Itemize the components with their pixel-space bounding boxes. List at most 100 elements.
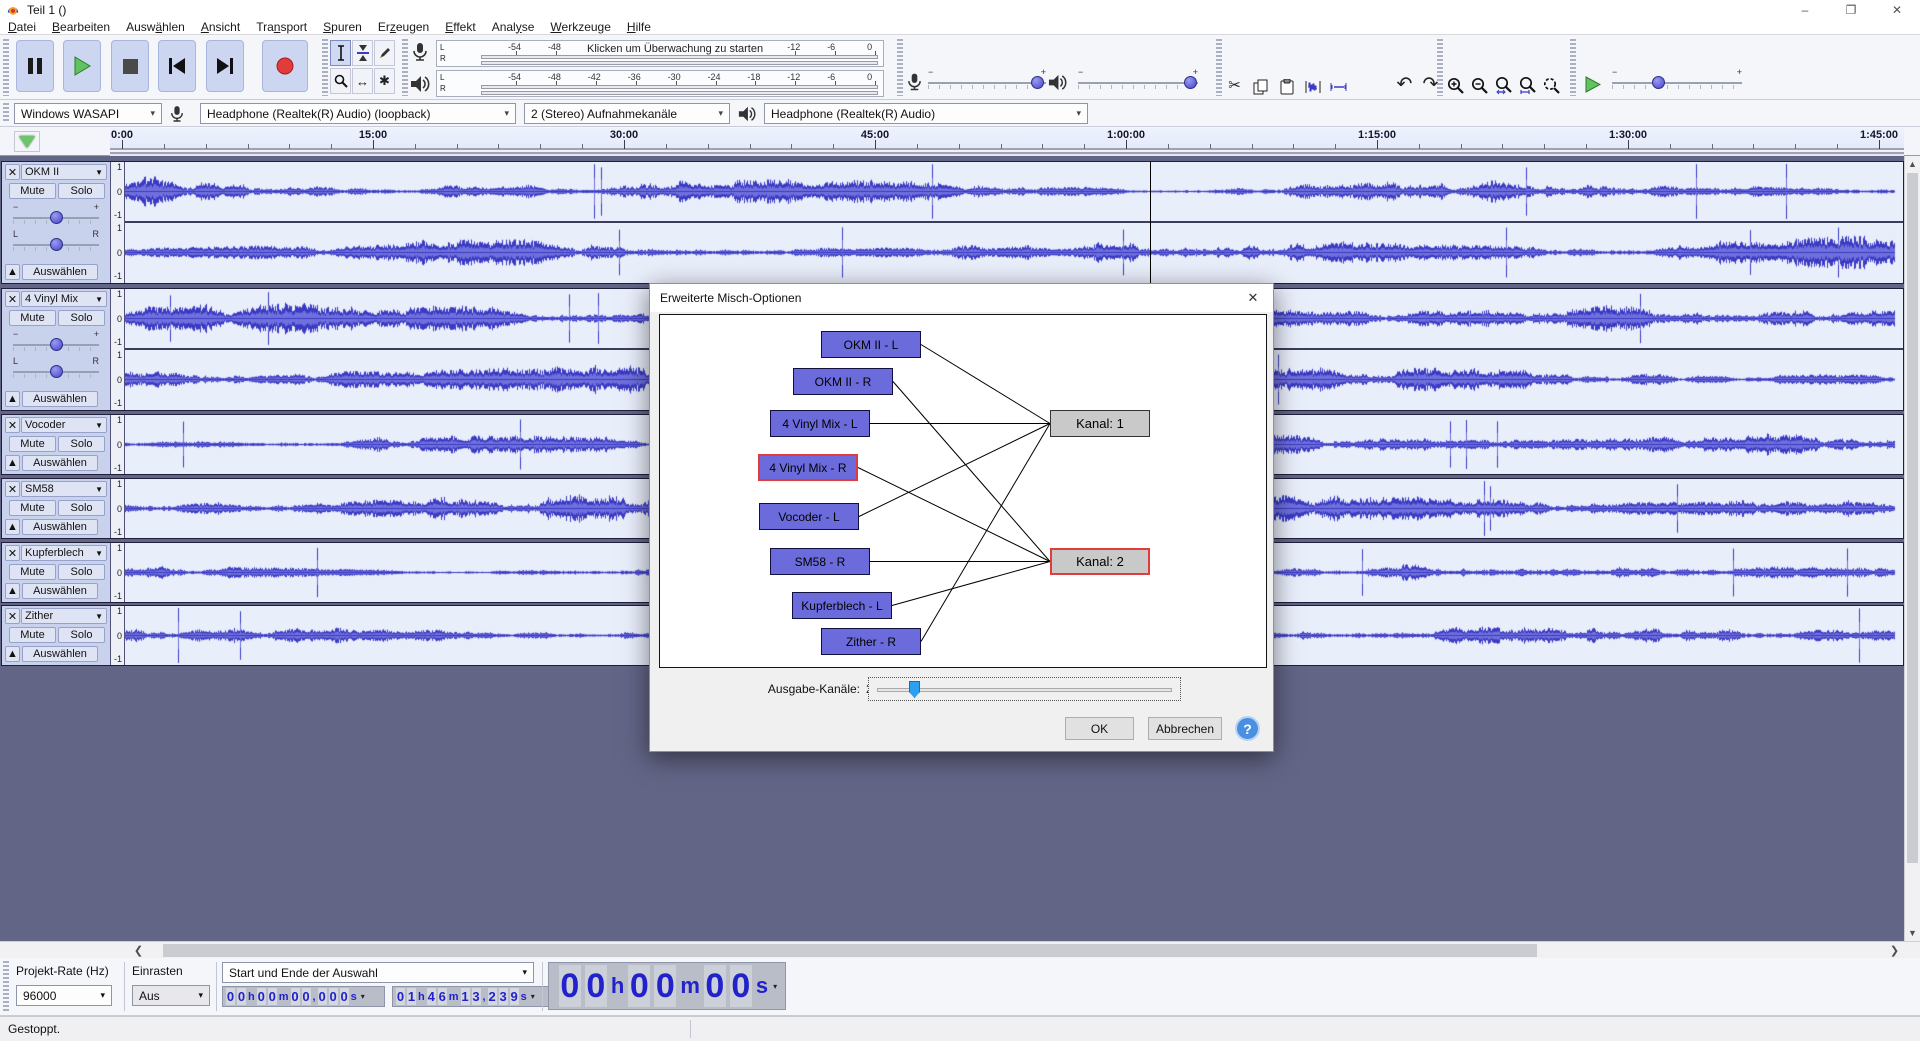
- record-meter-mic-icon[interactable]: [412, 42, 428, 62]
- time-digit[interactable]: 1: [407, 988, 416, 1005]
- menu-spuren[interactable]: Spuren: [315, 20, 370, 35]
- monitoring-hint-text[interactable]: Klicken um Überwachung zu starten: [587, 43, 763, 55]
- play-button[interactable]: [63, 40, 101, 92]
- select-track-button[interactable]: Auswählen: [22, 646, 98, 662]
- solo-button[interactable]: Solo: [58, 436, 105, 452]
- time-digit[interactable]: 0: [585, 965, 607, 1007]
- track-close-button[interactable]: ✕: [5, 608, 20, 624]
- cancel-button[interactable]: Abbrechen: [1148, 717, 1222, 740]
- select-track-button[interactable]: Auswählen: [22, 455, 98, 471]
- track-close-button[interactable]: ✕: [5, 164, 20, 180]
- time-unit[interactable]: ,: [483, 991, 486, 1003]
- time-digit[interactable]: 0: [226, 988, 235, 1005]
- time-digit[interactable]: 1: [461, 988, 470, 1005]
- chevron-down-icon[interactable]: ▾: [773, 982, 777, 991]
- menu-datei[interactable]: Datei: [0, 20, 44, 35]
- record-volume-knob[interactable]: [1031, 76, 1044, 89]
- time-digit[interactable]: 2: [488, 988, 497, 1005]
- time-unit[interactable]: m: [449, 991, 459, 1003]
- scroll-down-icon[interactable]: ▼: [1905, 925, 1920, 941]
- mixer-output-channel-2[interactable]: Kanal: 2: [1050, 548, 1150, 575]
- solo-button[interactable]: Solo: [58, 500, 105, 516]
- skip-to-start-button[interactable]: [158, 40, 196, 92]
- time-unit[interactable]: h: [611, 973, 624, 999]
- time-digit[interactable]: 0: [704, 965, 726, 1007]
- record-button[interactable]: [262, 40, 308, 92]
- edit-toolbar-grip[interactable]: [1216, 39, 1222, 96]
- ok-button[interactable]: OK: [1065, 717, 1134, 740]
- horizontal-scroll-thumb[interactable]: [163, 944, 1537, 957]
- mixer-source-okm-ii-r[interactable]: OKM II - R: [793, 368, 893, 395]
- scroll-right-icon[interactable]: ❯: [1886, 943, 1903, 958]
- track-close-button[interactable]: ✕: [5, 545, 20, 561]
- time-digit[interactable]: 3: [472, 988, 481, 1005]
- play-speed-slider[interactable]: − +: [1612, 76, 1742, 90]
- selection-end-field[interactable]: 01h46m13,239s▾: [392, 986, 550, 1007]
- mixer-source-zither-r[interactable]: Zither - R: [821, 628, 921, 655]
- track-menu-button[interactable]: Vocoder▼: [21, 417, 107, 433]
- menu-ansicht[interactable]: Ansicht: [193, 20, 248, 35]
- recording-channels-select[interactable]: 2 (Stereo) Aufnahmekanäle▾: [524, 103, 730, 124]
- paste-button[interactable]: [1275, 74, 1298, 99]
- time-digit[interactable]: 0: [730, 965, 752, 1007]
- draw-tool-button[interactable]: [374, 40, 395, 66]
- menu-hilfe[interactable]: Hilfe: [619, 20, 659, 35]
- mute-button[interactable]: Mute: [9, 436, 56, 452]
- vertical-scrollbar[interactable]: ▲ ▼: [1904, 156, 1920, 941]
- time-digit[interactable]: 0: [257, 988, 266, 1005]
- time-digit[interactable]: 0: [559, 965, 581, 1007]
- recording-meter[interactable]: LR-54-48-12-60Klicken um Überwachung zu …: [436, 40, 884, 67]
- track-menu-button[interactable]: Zither▼: [21, 608, 107, 624]
- toolbar-grip[interactable]: [3, 39, 9, 96]
- time-digit[interactable]: 0: [654, 965, 676, 1007]
- track-waveform-area[interactable]: [125, 162, 1903, 283]
- waveform-canvas[interactable]: [125, 223, 1903, 282]
- time-unit[interactable]: s: [756, 973, 768, 999]
- track-close-button[interactable]: ✕: [5, 291, 20, 307]
- selection-toolbar-grip[interactable]: [3, 961, 9, 1012]
- time-unit[interactable]: h: [418, 991, 425, 1003]
- menu-werkzeuge[interactable]: Werkzeuge: [542, 20, 618, 35]
- mute-button[interactable]: Mute: [9, 564, 56, 580]
- time-digit[interactable]: 6: [438, 988, 447, 1005]
- trim-audio-button[interactable]: [1301, 74, 1324, 99]
- silence-audio-button[interactable]: [1327, 74, 1350, 99]
- time-unit[interactable]: s: [521, 991, 527, 1003]
- multi-tool-button[interactable]: ✱: [374, 68, 395, 94]
- project-rate-select[interactable]: 96000▾: [16, 985, 112, 1006]
- timeline-ruler[interactable]: 0:0015:0030:0045:001:00:001:15:001:30:00…: [110, 128, 1904, 156]
- collapse-track-button[interactable]: ▲: [5, 455, 20, 471]
- chevron-down-icon[interactable]: ▾: [361, 992, 365, 1001]
- solo-button[interactable]: Solo: [58, 310, 105, 326]
- mixer-toolbar-grip[interactable]: [897, 39, 903, 96]
- mixer-routing-panel[interactable]: OKM II - LOKM II - R4 Vinyl Mix - L4 Vin…: [659, 314, 1267, 668]
- solo-button[interactable]: Solo: [58, 627, 105, 643]
- mute-button[interactable]: Mute: [9, 310, 56, 326]
- playback-meter[interactable]: LR-54-48-42-36-30-24-18-12-60: [436, 70, 884, 97]
- track-menu-button[interactable]: SM58▼: [21, 481, 107, 497]
- slider-thumb[interactable]: [909, 681, 920, 698]
- slider-knob[interactable]: [50, 211, 63, 224]
- select-track-button[interactable]: Auswählen: [22, 264, 98, 280]
- mixer-source-okm-ii-l[interactable]: OKM II - L: [821, 331, 921, 358]
- device-toolbar-grip[interactable]: [3, 103, 9, 123]
- help-button[interactable]: ?: [1235, 716, 1260, 741]
- vertical-scroll-thumb[interactable]: [1907, 173, 1918, 863]
- dialog-close-button[interactable]: ✕: [1233, 284, 1273, 312]
- zoom-toolbar-grip[interactable]: [1437, 39, 1443, 96]
- track-menu-button[interactable]: OKM II▼: [21, 164, 107, 180]
- snap-to-select[interactable]: Aus▾: [132, 985, 210, 1006]
- selection-mode-select[interactable]: Start und Ende der Auswahl▾: [222, 962, 534, 983]
- time-digit[interactable]: 3: [499, 988, 508, 1005]
- time-digit[interactable]: 0: [302, 988, 311, 1005]
- dialog-titlebar[interactable]: Erweiterte Misch-Optionen ✕: [650, 284, 1273, 312]
- zoom-fit-project-button[interactable]: [1516, 73, 1539, 98]
- time-digit[interactable]: 0: [237, 988, 246, 1005]
- time-unit[interactable]: m: [279, 991, 289, 1003]
- copy-button[interactable]: [1249, 74, 1272, 99]
- playback-volume-slider[interactable]: − +: [1078, 76, 1198, 90]
- menu-transport[interactable]: Transport: [248, 20, 315, 35]
- audio-host-select[interactable]: Windows WASAPI▾: [14, 103, 162, 124]
- select-track-button[interactable]: Auswählen: [22, 519, 98, 535]
- time-digit[interactable]: 4: [427, 988, 436, 1005]
